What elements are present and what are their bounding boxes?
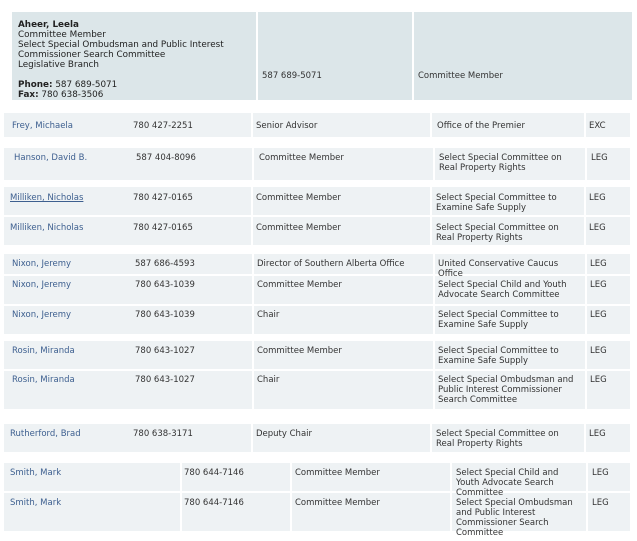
- branch-cell: LEG: [592, 498, 609, 508]
- org-cell: Select Special Committee on Real Propert…: [439, 153, 562, 173]
- person-name-link[interactable]: Rosin, Miranda: [8, 372, 79, 388]
- contact-fax: Fax: 780 638-3506: [18, 90, 104, 100]
- card-role-col: Committee Member: [418, 71, 503, 81]
- role-cell: Senior Advisor: [256, 121, 318, 131]
- role-cell: Chair: [257, 375, 280, 385]
- org-cell: Select Special Ombudsman and Public Inte…: [438, 375, 574, 405]
- branch-cell: LEG: [590, 259, 607, 269]
- phone-cell: 780 643-1039: [135, 280, 195, 290]
- phone-cell: 780 427-0165: [133, 223, 193, 233]
- person-name-link[interactable]: Rosin, Miranda: [8, 343, 79, 359]
- contact-title: Committee Member: [18, 30, 106, 40]
- person-name-link[interactable]: Nixon, Jeremy: [8, 277, 75, 293]
- person-name-link[interactable]: Nixon, Jeremy: [8, 307, 75, 323]
- card-divider: [256, 12, 258, 100]
- role-cell: Committee Member: [256, 223, 341, 233]
- phone-cell: 587 404-8096: [136, 153, 196, 163]
- branch-cell: LEG: [592, 468, 609, 478]
- branch-cell: LEG: [591, 153, 608, 163]
- org-cell: Office of the Premier: [437, 121, 525, 131]
- phone-cell: 587 686-4593: [135, 259, 195, 269]
- org-cell: Select Special Committee to Examine Safe…: [438, 346, 559, 366]
- org-cell: Select Special Committee on Real Propert…: [436, 223, 559, 243]
- role-cell: Chair: [257, 310, 280, 320]
- role-cell: Committee Member: [257, 280, 342, 290]
- person-name-link[interactable]: Milliken, Nicholas: [6, 190, 87, 206]
- contact-card-aheer: Aheer, Leela Committee Member Select Spe…: [12, 12, 632, 100]
- phone-cell: 780 644-7146: [184, 468, 244, 478]
- phone-cell: 780 644-7146: [184, 498, 244, 508]
- org-cell: Select Special Child and Youth Advocate …: [438, 280, 567, 300]
- branch-cell: LEG: [590, 346, 607, 356]
- contact-committee-line-1: Select Special Ombudsman and Public Inte…: [18, 40, 224, 50]
- org-cell: Select Special Committee on Real Propert…: [436, 429, 559, 449]
- person-name-link[interactable]: Hanson, David B.: [10, 150, 91, 166]
- branch-cell: LEG: [589, 193, 606, 203]
- card-phone-col: 587 689-5071: [262, 71, 322, 81]
- person-name-link[interactable]: Nixon, Jeremy: [8, 256, 75, 272]
- person-name-link[interactable]: Smith, Mark: [6, 495, 65, 511]
- org-cell: Select Special Committee to Examine Safe…: [436, 193, 557, 213]
- role-cell: Committee Member: [295, 498, 380, 508]
- phone-cell: 780 427-2251: [133, 121, 193, 131]
- column-divider: [430, 113, 432, 137]
- person-name-link[interactable]: Smith, Mark: [6, 465, 65, 481]
- branch-cell: LEG: [589, 223, 606, 233]
- phone-cell: 780 643-1027: [135, 375, 195, 385]
- phone-cell: 780 643-1039: [135, 310, 195, 320]
- column-divider: [252, 148, 254, 180]
- role-cell: Deputy Chair: [256, 429, 313, 439]
- person-name-link[interactable]: Milliken, Nicholas: [6, 220, 87, 236]
- phone-cell: 780 643-1027: [135, 346, 195, 356]
- contact-name: Aheer, Leela: [18, 20, 79, 30]
- phone-cell: 780 638-3171: [133, 429, 193, 439]
- person-name-link[interactable]: Rutherford, Brad: [6, 426, 85, 442]
- branch-cell: LEG: [589, 429, 606, 439]
- branch-cell: EXC: [589, 121, 606, 131]
- org-cell: Select Special Ombudsman and Public Inte…: [456, 498, 573, 538]
- contact-branch: Legislative Branch: [18, 60, 99, 70]
- branch-cell: LEG: [590, 375, 607, 385]
- org-cell: Select Special Committee to Examine Safe…: [438, 310, 559, 330]
- role-cell: Committee Member: [259, 153, 344, 163]
- branch-cell: LEG: [590, 280, 607, 290]
- role-cell: Committee Member: [256, 193, 341, 203]
- phone-cell: 780 427-0165: [133, 193, 193, 203]
- branch-cell: LEG: [590, 310, 607, 320]
- role-cell: Committee Member: [257, 346, 342, 356]
- contact-card-info: Aheer, Leela Committee Member Select Spe…: [18, 20, 224, 100]
- contact-committee-line-2: Commissioner Search Committee: [18, 50, 166, 60]
- person-name-link[interactable]: Frey, Michaela: [8, 118, 77, 134]
- card-divider: [412, 12, 414, 100]
- role-cell: Director of Southern Alberta Office: [257, 259, 405, 269]
- contact-phone: Phone: 587 689-5071: [18, 80, 118, 90]
- role-cell: Committee Member: [295, 468, 380, 478]
